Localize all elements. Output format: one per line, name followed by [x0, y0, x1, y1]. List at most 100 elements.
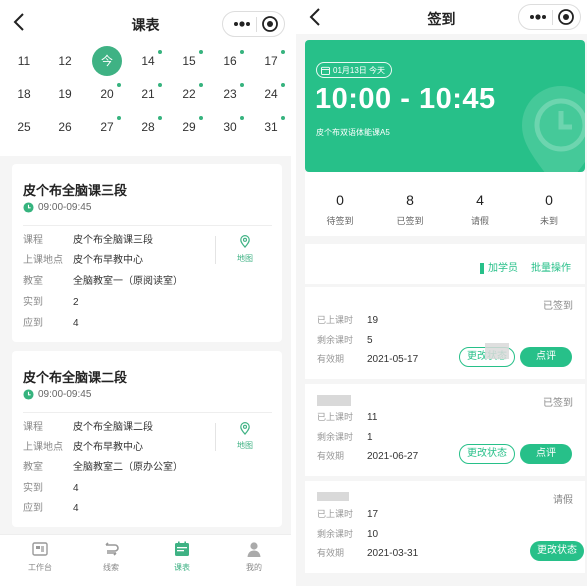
stat-item[interactable]: 4 请假: [450, 192, 510, 227]
calendar-day[interactable]: 26: [50, 112, 80, 142]
redacted-name: [317, 395, 351, 406]
lesson-dot-indicator: [158, 83, 162, 87]
calendar-day[interactable]: 14: [133, 46, 163, 76]
stat-count: 8: [406, 192, 414, 208]
map-button[interactable]: 地图: [233, 422, 257, 453]
student-card[interactable]: 已签到 已上课时 11 剩余课时 1 有效期 2021-06-27 更改状态 点评: [305, 384, 585, 476]
calendar-day[interactable]: 12: [50, 46, 80, 76]
course-name: 皮个布全脑课二段: [23, 370, 128, 385]
schedule-screen: 课表 11 12 今 14 15 16 17 18 19 20 21 22 23 24 25 26 27 28 29…: [0, 0, 291, 586]
field-attended: 实到 2: [23, 297, 79, 308]
schedule-nav-bar: 课表: [0, 0, 291, 46]
tab-profile[interactable]: 我的: [234, 541, 274, 573]
calendar-icon: [321, 66, 330, 75]
course-time-text: 09:00-09:45: [38, 202, 92, 213]
calendar-day-label: 19: [58, 87, 72, 101]
map-button[interactable]: 地图: [233, 235, 257, 266]
lesson-time: 10:00 - 10:45: [315, 83, 496, 115]
location-clock-watermark-icon: [522, 86, 585, 172]
calendar-day[interactable]: 15: [174, 46, 204, 76]
field-expected: 应到 4: [23, 318, 79, 329]
field-valid-until: 有效期 2021-05-17: [317, 354, 419, 365]
divider: [23, 225, 272, 226]
lesson-dot-indicator: [158, 50, 162, 54]
map-label: 地图: [237, 441, 253, 450]
calendar-day[interactable]: 16: [215, 46, 245, 76]
mini-program-capsule: [518, 4, 581, 30]
calendar-day-label: 11: [17, 54, 31, 68]
batch-operation-button[interactable]: 批量操作: [531, 259, 571, 274]
tab-workbench[interactable]: 工作台: [20, 541, 60, 573]
tab-schedule[interactable]: 课表: [162, 541, 202, 573]
calendar-day[interactable]: 22: [174, 79, 204, 109]
lesson-dot-indicator: [240, 83, 244, 87]
student-card[interactable]: 请假 已上课时 17 剩余课时 10 有效期 2021-03-31 更改状态: [305, 481, 585, 573]
field-course: 课程 皮个布全脑课二段: [23, 422, 153, 433]
date-badge: 01月13日 今天: [316, 62, 393, 78]
calendar-day-label: 30: [223, 120, 237, 134]
calendar-day[interactable]: 29: [174, 112, 204, 142]
field-classroom: 教室 全脑教室一（原阅读室）: [23, 276, 183, 287]
calendar-day-label: 22: [182, 87, 196, 101]
field-expected: 应到 4: [23, 503, 79, 514]
calendar-day[interactable]: 23: [215, 79, 245, 109]
review-button[interactable]: 点评: [520, 347, 572, 367]
stat-count: 4: [476, 192, 484, 208]
status-badge: 请假: [553, 495, 573, 506]
accent-bar: [480, 263, 484, 274]
field-used-hours: 已上课时 11: [317, 412, 378, 423]
lesson-dot-indicator: [240, 116, 244, 120]
review-button[interactable]: 点评: [520, 444, 572, 464]
lesson-dot-indicator: [199, 116, 203, 120]
calendar-day[interactable]: 19: [50, 79, 80, 109]
stat-item[interactable]: 0 未到: [519, 192, 579, 227]
location-pin-icon: [240, 235, 250, 248]
field-used-hours: 已上课时 19: [317, 315, 379, 326]
stat-item[interactable]: 0 待签到: [310, 192, 370, 227]
calendar-day-label: 29: [182, 120, 196, 134]
stat-label: 已签到: [396, 216, 424, 226]
status-badge: 已签到: [543, 398, 573, 409]
calendar-day[interactable]: 11: [9, 46, 39, 76]
course-time: 09:00-09:45: [23, 389, 91, 400]
checkin-screen: 签到 01月13日 今天 10:00 - 10:45 皮个布双语体能课A5 0 待…: [296, 0, 587, 586]
change-status-button[interactable]: 更改状态: [459, 444, 515, 464]
calendar-day-label: 25: [17, 120, 31, 134]
calendar-day[interactable]: 31: [256, 112, 286, 142]
calendar-day[interactable]: 17: [256, 46, 286, 76]
close-target-icon[interactable]: [557, 8, 575, 26]
attendance-stats: 0 待签到 8 已签到 4 请假 0 未到: [305, 172, 585, 236]
calendar-day[interactable]: 20: [92, 79, 122, 109]
calendar-day[interactable]: 25: [9, 112, 39, 142]
field-course: 课程 皮个布全脑课三段: [23, 235, 153, 246]
tab-label: 工作台: [28, 563, 52, 572]
calendar-day-label: 今: [100, 54, 113, 68]
student-card[interactable]: 已签到 已上课时19 剩余课时5 有效期2021-05-17 更改状态 点评: [305, 287, 585, 379]
calendar-day[interactable]: 28: [133, 112, 163, 142]
add-student-button[interactable]: 加学员: [488, 259, 518, 274]
tab-label: 线索: [103, 563, 119, 572]
calendar-day[interactable]: 30: [215, 112, 245, 142]
calendar-day[interactable]: 18: [9, 79, 39, 109]
change-status-button[interactable]: 更改状态: [530, 541, 584, 561]
divider: [215, 423, 216, 451]
course-card[interactable]: 皮个布全脑课二段 09:00-09:45 课程 皮个布全脑课二段 上课地点 皮个布早…: [12, 351, 282, 527]
schedule-icon: [175, 541, 189, 556]
field-used-hours: 已上课时 17: [317, 509, 379, 520]
lesson-dot-indicator: [158, 116, 162, 120]
calendar-day[interactable]: 27: [92, 112, 122, 142]
stat-item[interactable]: 8 已签到: [380, 192, 440, 227]
field-location: 上课地点 皮个布早教中心: [23, 442, 143, 453]
calendar-day-today[interactable]: 今: [92, 46, 122, 76]
more-dots-icon[interactable]: [527, 9, 549, 25]
calendar-day-label: 15: [182, 54, 196, 68]
stat-label: 请假: [470, 216, 489, 226]
calendar-day[interactable]: 24: [256, 79, 286, 109]
calendar-day-label: 12: [58, 54, 72, 68]
close-target-icon[interactable]: [261, 15, 279, 33]
lesson-dot-indicator: [199, 50, 203, 54]
course-card[interactable]: 皮个布全脑课三段 09:00-09:45 课程 皮个布全脑课三段 上课地点 皮个布早…: [12, 164, 282, 342]
tab-leads[interactable]: 线索: [91, 541, 131, 573]
more-dots-icon[interactable]: [231, 16, 253, 32]
calendar-day[interactable]: 21: [133, 79, 163, 109]
